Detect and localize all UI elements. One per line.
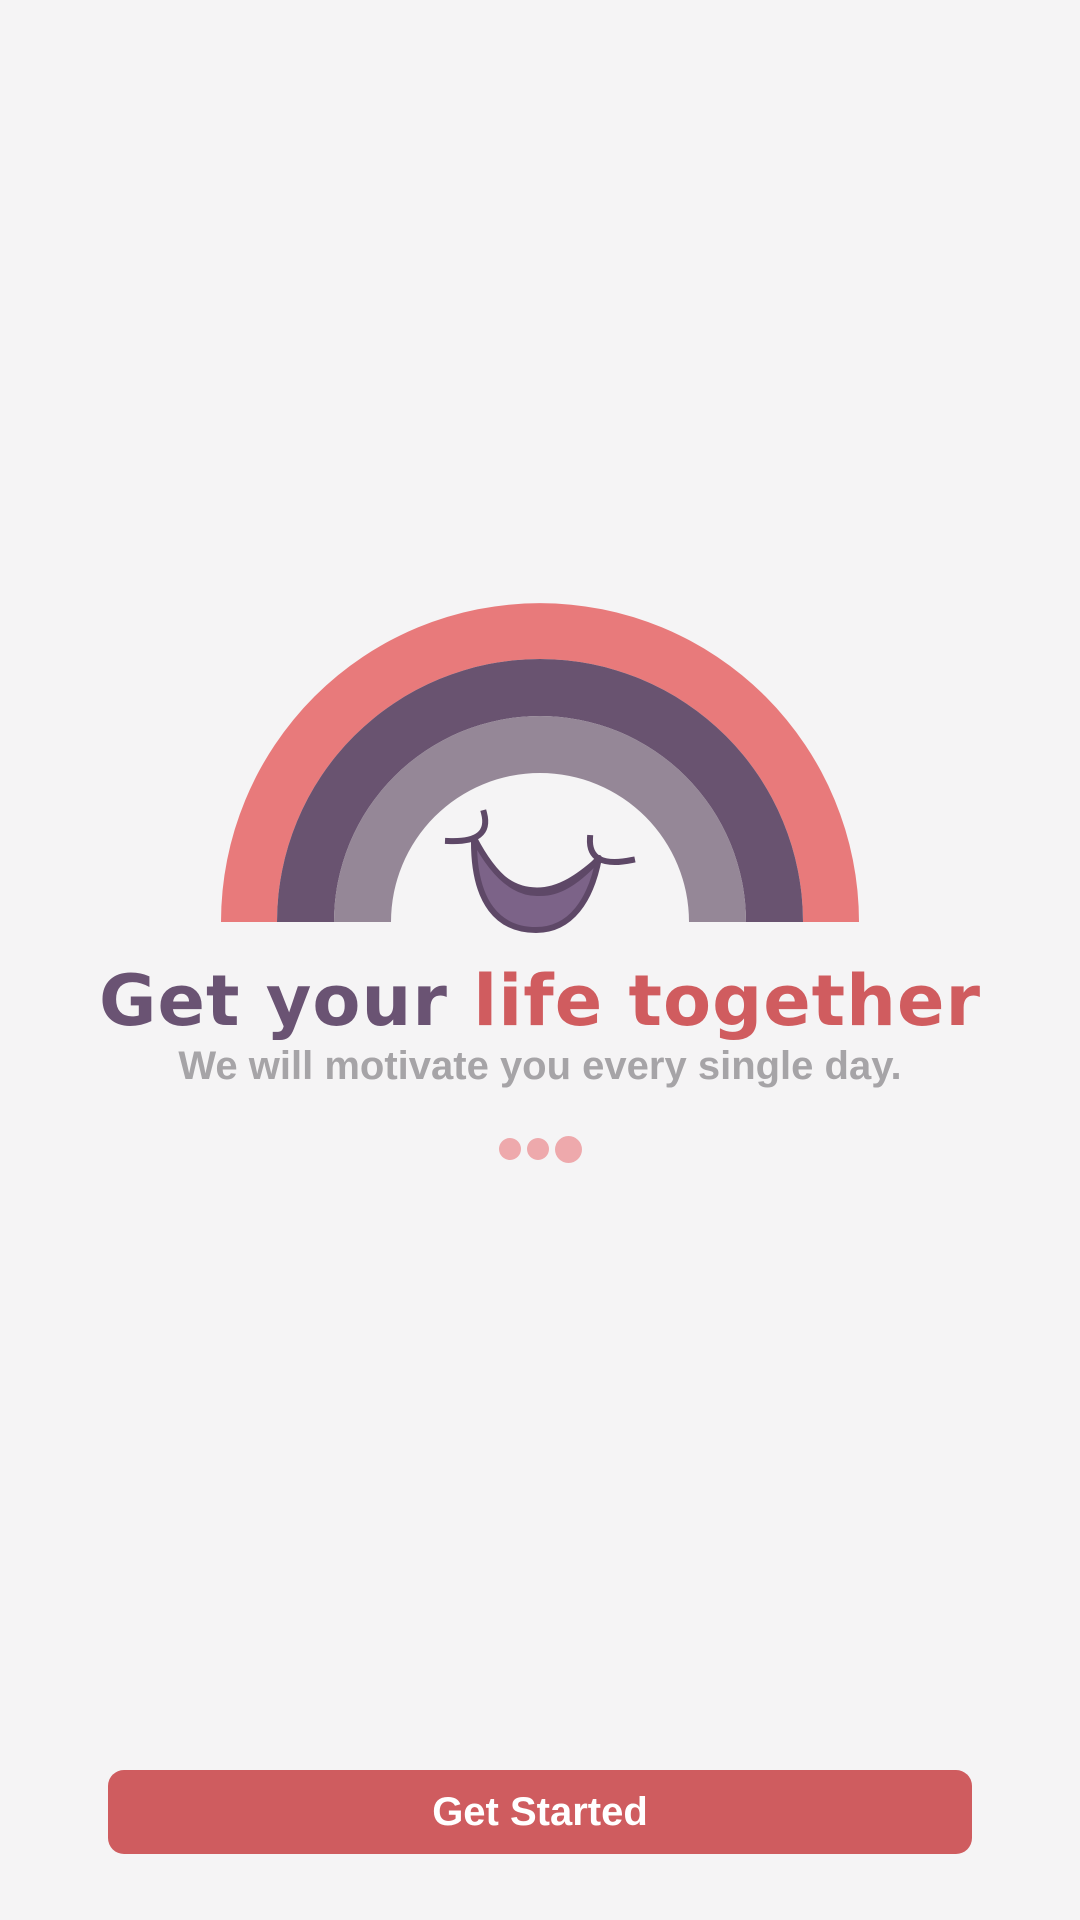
- page-title: Get your life together: [0, 956, 1080, 1046]
- page-dot-2[interactable]: [526, 1138, 549, 1160]
- page-subtitle: We will motivate you every single day.: [178, 1044, 902, 1088]
- title-part-red: life together: [473, 960, 981, 1042]
- page-indicator: [0, 1134, 1080, 1164]
- page-dot-3-active[interactable]: [554, 1135, 582, 1163]
- page-dot-1[interactable]: [498, 1138, 521, 1160]
- smile-mouth-icon: [470, 835, 602, 933]
- get-started-button[interactable]: Get Started: [108, 1770, 972, 1854]
- left-eye-icon: [444, 809, 489, 845]
- title-part-purple: Get your: [99, 960, 448, 1042]
